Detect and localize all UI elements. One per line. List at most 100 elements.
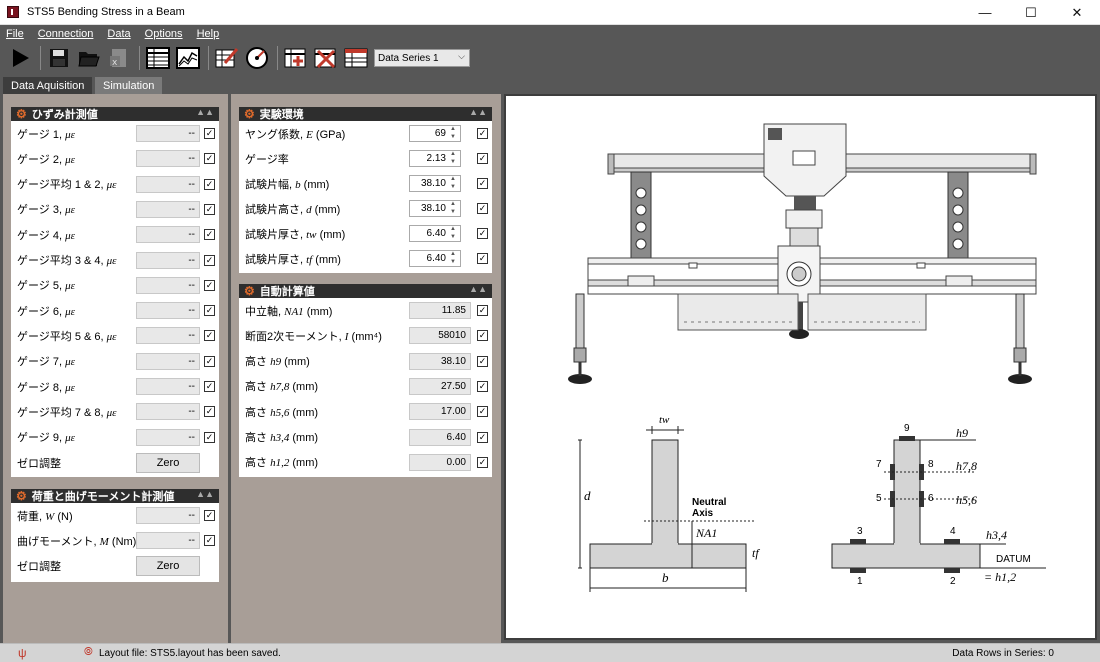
strain-checkbox[interactable]: ✓ [204,406,215,418]
data-series-select[interactable]: Data Series 1 ⌵ [374,49,470,67]
menu-options[interactable]: Options [145,28,183,40]
minimize-button[interactable]: — [962,0,1008,25]
auto-checkbox[interactable]: ✓ [477,355,488,367]
strain-checkbox[interactable]: ✓ [204,431,215,443]
env-checkbox[interactable]: ✓ [477,153,488,164]
auto-row: 高さ h5,6 (mm) 17.00 ✓ [239,399,492,424]
table-view-button[interactable] [144,44,172,72]
tab-data-aquisition[interactable]: Data Aquisition [3,77,93,94]
h78-label: h7,8 [956,459,977,473]
auto-value-field: 6.40 [409,428,471,446]
strain-checkbox[interactable]: ✓ [204,153,215,165]
play-button[interactable] [6,44,34,72]
tab-simulation[interactable]: Simulation [95,77,163,94]
strain-checkbox[interactable]: ✓ [204,203,215,215]
h12-label: = h1,2 [984,570,1017,584]
menu-data[interactable]: Data [107,28,130,40]
collapse-icon[interactable]: ▲▲ [196,489,214,499]
auto-checkbox[interactable]: ✓ [477,305,488,316]
gauge-3-label: 3 [857,526,863,537]
gauge-button[interactable] [243,44,271,72]
auto-checkbox[interactable]: ✓ [477,406,488,418]
env-checkbox[interactable]: ✓ [477,203,488,214]
env-checkbox[interactable]: ✓ [477,253,488,264]
tf-label: tf [752,546,759,560]
data-rows-count: Data Rows in Series: 0 [952,648,1054,659]
spinner-icon[interactable]: ▲ ▼ [450,175,458,192]
menu-connection[interactable]: Connection [38,28,94,40]
auto-row: 高さ h1,2 (mm) 0.00 ✓ [239,450,492,475]
auto-row: 高さ h3,4 (mm) 6.40 ✓ [239,425,492,450]
strain-checkbox[interactable]: ✓ [204,330,215,342]
env-row-label: 試験片高さ, d (mm) [245,203,341,216]
load-panel-header: ⚙ 荷重と曲げモーメント計測値 ▲▲ [11,489,219,503]
strain-value-field: -- [136,327,200,345]
series-properties-button[interactable] [342,44,370,72]
strain-checkbox[interactable]: ✓ [204,305,215,317]
auto-value-field: 17.00 [409,403,471,421]
strain-checkbox[interactable]: ✓ [204,381,215,392]
load-checkbox[interactable]: ✓ [204,510,215,521]
save-button[interactable] [45,44,73,72]
auto-row: 高さ h7,8 (mm) 27.50 ✓ [239,374,492,399]
menu-file[interactable]: File [6,28,24,40]
strain-checkbox[interactable]: ✓ [204,254,215,266]
open-button[interactable] [75,44,103,72]
auto-checkbox[interactable]: ✓ [477,431,488,443]
maximize-button[interactable]: ☐ [1008,0,1054,25]
graph-icon [176,47,200,69]
edit-table-button[interactable] [213,44,241,72]
d-label: d [584,488,591,503]
excel-export-button[interactable]: x [105,44,133,72]
spinner-icon[interactable]: ▲ ▼ [450,225,458,242]
auto-value-field: 38.10 [409,352,471,370]
env-row-label: 試験片厚さ, tw (mm) [245,228,346,241]
svg-text:x: x [112,58,118,68]
add-series-button[interactable] [282,44,310,72]
axis-label: Axis [692,508,714,519]
env-checkbox[interactable]: ✓ [477,178,488,189]
auto-checkbox[interactable]: ✓ [477,456,488,468]
env-checkbox[interactable]: ✓ [477,228,488,239]
menu-help[interactable]: Help [197,28,220,40]
strain-zero-button[interactable]: Zero [136,453,200,473]
graph-view-button[interactable] [174,44,202,72]
delete-series-button[interactable] [312,44,340,72]
strain-checkbox[interactable]: ✓ [204,355,215,367]
strain-checkbox[interactable]: ✓ [204,128,215,139]
gauge-icon [246,47,268,69]
env-row: 試験片高さ, d (mm) 38.10 ▲ ▼ ✓ [239,196,492,221]
auto-row-label: 中立軸, NA1 (mm) [245,305,333,318]
auto-checkbox[interactable]: ✓ [477,330,488,342]
auto-row-label: 断面2次モーメント, I (mm⁴) [245,330,382,343]
collapse-icon[interactable]: ▲▲ [469,284,487,294]
strain-row: ゲージ 5, με -- ✓ [11,273,219,298]
strain-checkbox[interactable]: ✓ [204,178,215,190]
spinner-icon[interactable]: ▲ ▼ [450,250,458,267]
spinner-icon[interactable]: ▲ ▼ [450,125,458,142]
close-button[interactable]: ✕ [1054,0,1100,25]
auto-checkbox[interactable]: ✓ [477,380,488,392]
env-row-label: 試験片幅, b (mm) [245,178,330,191]
load-row-label: 曲げモーメント, M (Nm) [17,535,137,548]
auto-row-label: 高さ h5,6 (mm) [245,406,319,419]
load-checkbox[interactable]: ✓ [204,535,215,546]
spinner-icon[interactable]: ▲ ▼ [450,150,458,167]
save-icon [50,49,68,67]
status-bar: ψ ⦾ Layout file: STS5.layout has been sa… [0,643,1100,662]
strain-value-field: -- [136,200,200,218]
collapse-icon[interactable]: ▲▲ [469,107,487,117]
strain-row: ゲージ 7, με -- ✓ [11,349,219,374]
strain-checkbox[interactable]: ✓ [204,279,215,291]
collapse-icon[interactable]: ▲▲ [196,107,214,117]
b-label: b [662,570,669,585]
strain-row-label: ゲージ 2, με [17,153,75,166]
strain-checkbox[interactable]: ✓ [204,229,215,241]
load-panel-title: 荷重と曲げモーメント計測値 [31,491,175,503]
auto-row-label: 高さ h7,8 (mm) [245,381,319,394]
load-zero-button[interactable]: Zero [136,556,200,576]
env-checkbox[interactable]: ✓ [477,128,488,139]
spinner-icon[interactable]: ▲ ▼ [450,200,458,217]
series-table-icon [344,48,368,68]
auto-panel: ⚙ 自動計算値 ▲▲ 中立軸, NA1 (mm) 11.85 ✓ 断面2次モーメント,… [239,284,492,477]
